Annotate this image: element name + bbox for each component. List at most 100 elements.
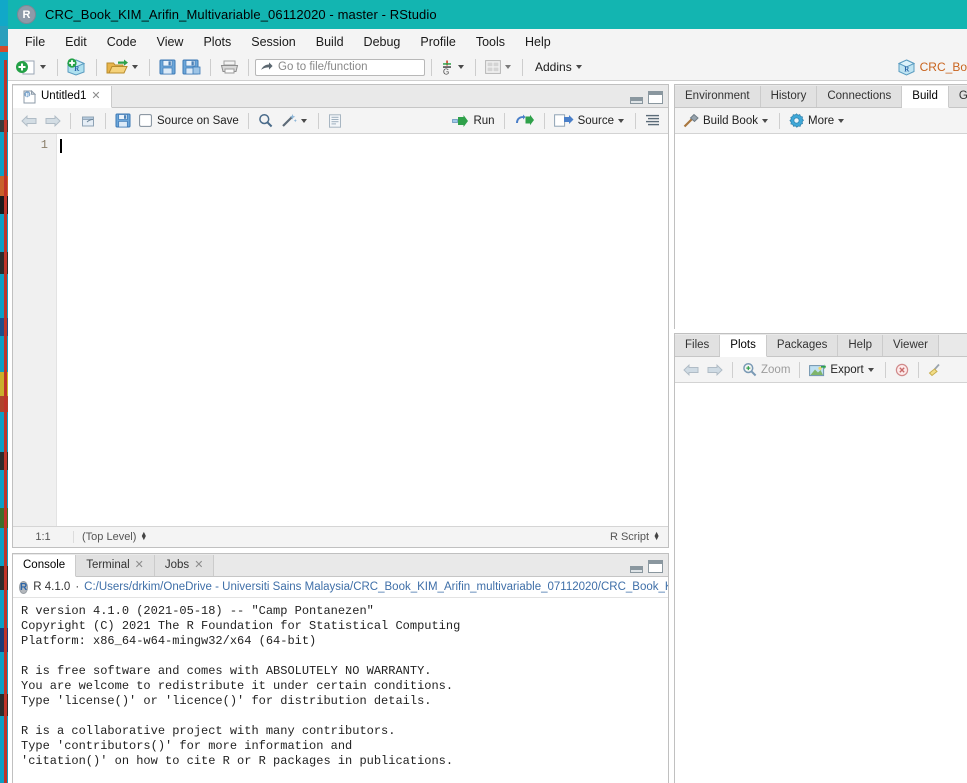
tab-console[interactable]: Console <box>13 555 76 577</box>
r-logo-icon: R <box>19 581 28 594</box>
build-toolbar: Build Book More <box>675 108 967 134</box>
viewer-tab-label: Viewer <box>893 335 928 356</box>
build-more-caret-icon[interactable] <box>838 119 844 123</box>
new-project-button[interactable]: R <box>64 56 90 78</box>
build-book-caret-icon[interactable] <box>762 119 768 123</box>
source-find-button[interactable] <box>254 111 277 130</box>
plots-next-button[interactable] <box>703 362 727 378</box>
working-directory-link[interactable]: C:/Users/drkim/OneDrive - Universiti Sai… <box>84 581 668 593</box>
plots-export-caret-icon[interactable] <box>868 368 874 372</box>
plots-zoom-label: Zoom <box>761 364 790 376</box>
tab-jobs[interactable]: Jobs ✕ <box>155 555 215 576</box>
jobs-tab-close-icon[interactable]: ✕ <box>194 555 203 576</box>
menu-session[interactable]: Session <box>241 32 305 52</box>
source-caret-icon[interactable] <box>618 119 624 123</box>
tab-plots[interactable]: Plots <box>720 335 767 357</box>
tab-git[interactable]: Gi <box>949 86 967 107</box>
source-source-button[interactable]: Source <box>550 112 630 129</box>
source-on-save-checkbox[interactable]: Source on Save <box>135 112 243 129</box>
compile-report-icon <box>328 114 343 128</box>
pane-layout-caret-icon[interactable] <box>505 65 511 69</box>
goto-arrow-icon <box>260 62 273 73</box>
source-run-button[interactable]: Run <box>448 113 498 129</box>
arrow-left-icon <box>21 115 37 127</box>
toolbar-divider <box>210 59 211 76</box>
source-source-label: Source <box>578 115 614 127</box>
save-all-button[interactable] <box>179 57 204 77</box>
new-file-caret-icon[interactable] <box>40 65 46 69</box>
build-book-button[interactable]: Build Book <box>679 111 774 130</box>
source-tab-untitled1[interactable]: R Untitled1 ✕ <box>13 86 112 108</box>
source-code-tools-button[interactable] <box>277 111 313 130</box>
tab-packages[interactable]: Packages <box>767 335 839 356</box>
source-code-area[interactable] <box>57 134 668 529</box>
project-indicator[interactable]: R CRC_Bo <box>898 54 967 80</box>
plots-remove-button[interactable] <box>891 361 913 379</box>
arrow-left-icon <box>683 364 699 376</box>
open-file-button[interactable] <box>103 57 143 78</box>
file-type-selector[interactable]: R Script ▲▼ <box>610 531 668 543</box>
save-button[interactable] <box>156 57 179 77</box>
menu-plots[interactable]: Plots <box>193 32 241 52</box>
plots-zoom-button[interactable]: Zoom <box>738 360 794 379</box>
source-save-button[interactable] <box>111 111 135 130</box>
scope-selector[interactable]: (Top Level) ▲▼ <box>74 531 147 543</box>
console-minimize-button[interactable] <box>630 566 643 573</box>
source-maximize-button[interactable] <box>648 91 663 104</box>
console-output[interactable]: R version 4.1.0 (2021-05-18) -- "Camp Po… <box>13 598 668 769</box>
menu-code[interactable]: Code <box>97 32 147 52</box>
toolbar-divider <box>522 59 523 76</box>
workspace-panes-button[interactable]: G <box>438 57 469 78</box>
source-minimize-button[interactable] <box>630 97 643 104</box>
pane-layout-button[interactable] <box>482 58 516 76</box>
new-project-icon: R <box>67 58 87 76</box>
tab-help[interactable]: Help <box>838 335 883 356</box>
source-tab-close-icon[interactable]: ✕ <box>91 86 100 107</box>
menu-build[interactable]: Build <box>306 32 354 52</box>
goto-file-function-input[interactable]: Go to file/function <box>255 59 425 76</box>
code-tools-caret-icon[interactable] <box>301 119 307 123</box>
menu-view[interactable]: View <box>147 32 194 52</box>
print-button[interactable] <box>217 57 242 77</box>
checkbox-icon[interactable] <box>139 114 152 127</box>
plots-clear-all-button[interactable] <box>924 361 948 379</box>
menu-help[interactable]: Help <box>515 32 561 52</box>
source-rerun-button[interactable] <box>510 112 539 129</box>
plots-display-area[interactable] <box>675 383 967 783</box>
source-editor-body[interactable]: 1 <box>13 134 668 529</box>
tab-viewer[interactable]: Viewer <box>883 335 939 356</box>
open-file-caret-icon[interactable] <box>132 65 138 69</box>
source-forward-button[interactable] <box>41 113 65 129</box>
source-back-button[interactable] <box>17 113 41 129</box>
tab-connections[interactable]: Connections <box>817 86 902 107</box>
tab-history[interactable]: History <box>761 86 818 107</box>
path-separator: · <box>75 581 79 593</box>
console-maximize-button[interactable] <box>648 560 663 573</box>
menu-edit[interactable]: Edit <box>55 32 97 52</box>
open-folder-icon <box>106 59 128 76</box>
tab-environment[interactable]: Environment <box>675 86 761 107</box>
menu-tools[interactable]: Tools <box>466 32 515 52</box>
tab-terminal[interactable]: Terminal ✕ <box>76 555 155 576</box>
tab-files[interactable]: Files <box>675 335 720 356</box>
source-tabbar: R Untitled1 ✕ <box>13 85 668 108</box>
addins-button[interactable]: Addins <box>529 58 587 76</box>
addins-caret-icon[interactable] <box>576 65 582 69</box>
plots-previous-button[interactable] <box>679 362 703 378</box>
source-toolbar-divider <box>248 113 249 129</box>
build-more-button[interactable]: More <box>785 111 850 130</box>
terminal-tab-close-icon[interactable]: ✕ <box>135 555 144 576</box>
toolbar-divider <box>475 59 476 76</box>
workspace-caret-icon[interactable] <box>458 65 464 69</box>
menu-profile[interactable]: Profile <box>410 32 465 52</box>
source-compile-report-button[interactable] <box>324 112 347 130</box>
source-popout-button[interactable] <box>76 112 100 130</box>
tab-build[interactable]: Build <box>902 86 949 108</box>
r-script-file-icon: R <box>23 90 36 104</box>
titlebar: R CRC_Book_KIM_Arifin_Multivariable_0611… <box>8 0 967 29</box>
plots-export-button[interactable]: Export <box>805 361 879 379</box>
source-outline-button[interactable] <box>641 112 668 129</box>
menu-debug[interactable]: Debug <box>354 32 411 52</box>
menu-file[interactable]: File <box>15 32 55 52</box>
new-file-button[interactable] <box>13 57 51 78</box>
